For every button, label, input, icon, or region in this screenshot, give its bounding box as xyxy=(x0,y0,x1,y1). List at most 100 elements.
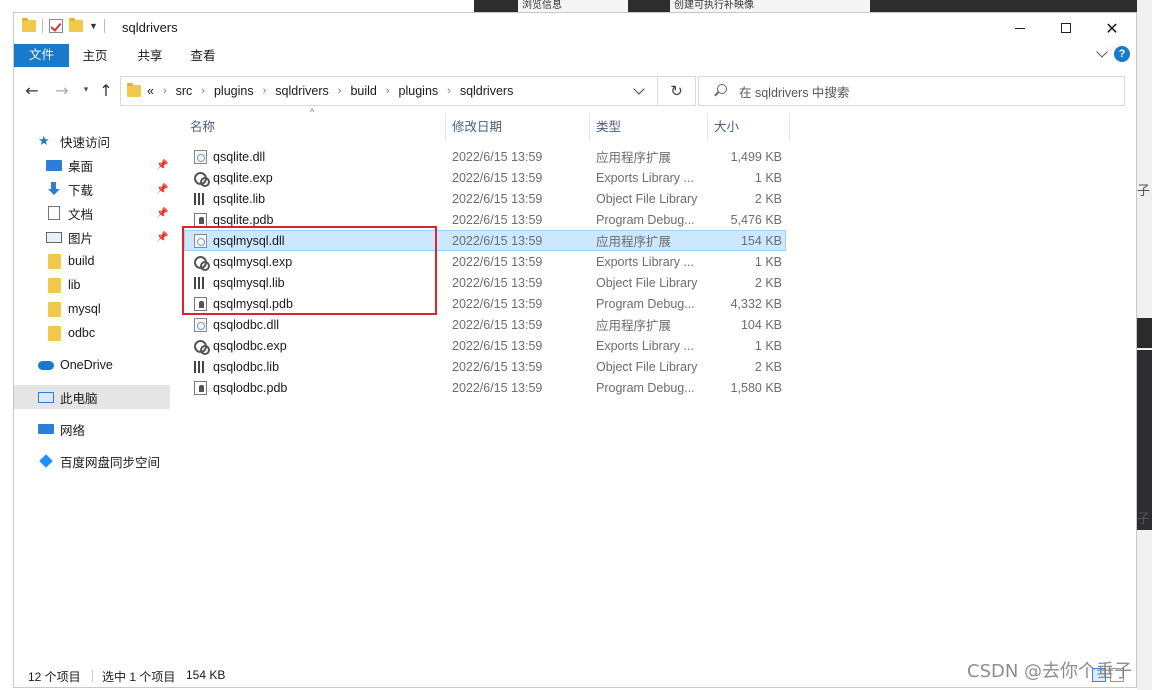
item-count: 12 个项目 xyxy=(28,670,81,684)
breadcrumb-item[interactable]: sqldrivers xyxy=(275,84,329,98)
background-tab: 浏览信息 xyxy=(518,0,628,12)
tab-file[interactable]: 文件 xyxy=(14,44,69,67)
cloud-icon xyxy=(38,360,54,370)
pictures-icon xyxy=(46,231,62,243)
chevron-right-icon: › xyxy=(162,85,167,97)
recent-locations-button[interactable]: ▾ xyxy=(76,85,96,95)
breadcrumb: « › src › plugins › sqldrivers › build ›… xyxy=(147,84,513,98)
sidebar-item-pictures[interactable]: 图片 📌 xyxy=(46,225,170,249)
file-size: 1,580 KB xyxy=(730,380,782,395)
sidebar-item-build[interactable]: build xyxy=(46,249,170,273)
expand-ribbon-icon[interactable] xyxy=(1096,46,1108,58)
breadcrumb-item[interactable]: build xyxy=(350,84,376,98)
file-type: Program Debug... xyxy=(596,296,695,311)
breadcrumb-item[interactable]: plugins xyxy=(399,84,439,98)
chevron-right-icon: › xyxy=(201,85,205,97)
customize-toolbar-icon[interactable]: ▼ xyxy=(89,21,98,31)
file-row[interactable]: qsqlodbc.dll 2022/6/15 13:59 应用程序扩展 104 … xyxy=(184,314,786,335)
address-bar[interactable]: « › src › plugins › sqldrivers › build ›… xyxy=(120,76,696,106)
file-size: 2 KB xyxy=(754,359,782,374)
file-type: Exports Library ... xyxy=(596,254,694,269)
file-size: 1 KB xyxy=(754,254,782,269)
help-icon[interactable]: ? xyxy=(1114,46,1130,62)
file-date: 2022/6/15 13:59 xyxy=(452,359,543,374)
file-name: qsqlodbc.pdb xyxy=(213,380,288,395)
column-header-size[interactable]: 大小 xyxy=(708,113,790,141)
sidebar-item-label: 下载 xyxy=(68,183,94,198)
sidebar-item-label: 百度网盘同步空间 xyxy=(60,455,161,470)
file-row[interactable]: qsqlite.lib 2022/6/15 13:59 Object File … xyxy=(184,188,786,209)
sidebar-item-label: OneDrive xyxy=(60,358,113,372)
divider xyxy=(42,19,43,33)
file-row[interactable]: qsqlite.dll 2022/6/15 13:59 应用程序扩展 1,499… xyxy=(184,146,786,167)
divider xyxy=(92,670,93,682)
file-name: qsqlodbc.dll xyxy=(213,317,280,332)
file-date: 2022/6/15 13:59 xyxy=(452,317,543,332)
background-window-strip: 浏览信息 创建可执行补映像 xyxy=(474,0,1152,12)
sidebar-item-label: 文档 xyxy=(68,207,94,222)
file-type: Program Debug... xyxy=(596,212,695,227)
sidebar-item-label: 桌面 xyxy=(68,159,94,174)
tab-share[interactable]: 共享 xyxy=(129,45,171,67)
file-row[interactable]: qsqlodbc.pdb 2022/6/15 13:59 Program Deb… xyxy=(184,377,786,398)
breadcrumb-item[interactable]: sqldrivers xyxy=(460,84,514,98)
navigation-bar: ← → ▾ ↑ « › src › plugins › sqldrivers ›… xyxy=(14,71,1136,109)
breadcrumb-item[interactable]: src xyxy=(176,84,193,98)
sidebar-item-documents[interactable]: 文档 📌 xyxy=(46,201,170,225)
close-button[interactable]: ✕ xyxy=(1089,13,1135,43)
breadcrumb-overflow[interactable]: « xyxy=(147,84,154,98)
back-button[interactable]: ← xyxy=(22,81,42,100)
pin-icon: 📌 xyxy=(156,159,169,171)
chevron-down-icon[interactable] xyxy=(633,83,645,95)
sidebar-item-quick-access[interactable]: ★ 快速访问 xyxy=(38,129,170,153)
sidebar-item-lib[interactable]: lib xyxy=(46,273,170,297)
properties-icon[interactable] xyxy=(49,19,63,33)
watermark: CSDN @去你个垂子 xyxy=(967,661,1133,682)
window-title: sqldrivers xyxy=(122,20,178,35)
file-row[interactable]: qsqlodbc.exp 2022/6/15 13:59 Exports Lib… xyxy=(184,335,786,356)
file-name: qsqlite.pdb xyxy=(213,212,274,227)
minimize-icon xyxy=(1015,27,1025,29)
sidebar-item-desktop[interactable]: 桌面 📌 xyxy=(46,153,170,177)
file-date: 2022/6/15 13:59 xyxy=(452,275,543,290)
column-header-type[interactable]: 类型 xyxy=(590,113,708,141)
file-size: 104 KB xyxy=(740,317,782,332)
file-row[interactable]: qsqlodbc.lib 2022/6/15 13:59 Object File… xyxy=(184,356,786,377)
minimize-button[interactable] xyxy=(997,13,1043,43)
background-tab: 创建可执行补映像 xyxy=(670,0,870,12)
file-size: 1 KB xyxy=(754,170,782,185)
tab-view[interactable]: 查看 xyxy=(182,45,224,67)
chevron-right-icon: › xyxy=(337,85,342,97)
desktop-icon xyxy=(46,159,62,171)
search-box[interactable]: 在 sqldrivers 中搜索 xyxy=(698,76,1125,106)
sidebar-item-odbc[interactable]: odbc xyxy=(46,321,170,345)
sidebar-item-baidu[interactable]: 百度网盘同步空间 xyxy=(38,449,170,473)
up-button[interactable]: ↑ xyxy=(96,81,116,100)
sidebar-item-downloads[interactable]: 下载 📌 xyxy=(46,177,170,201)
selection-count: 选中 1 个项目 xyxy=(102,670,176,684)
breadcrumb-item[interactable]: plugins xyxy=(214,84,254,98)
sidebar-item-this-pc[interactable]: 此电脑 xyxy=(14,385,170,409)
dll-file-icon xyxy=(194,149,207,164)
sidebar-item-mysql[interactable]: mysql xyxy=(46,297,170,321)
column-headers: ^ 名称 修改日期 类型 大小 xyxy=(184,107,794,141)
annotation-highlight-box xyxy=(182,226,437,315)
tab-home[interactable]: 主页 xyxy=(74,45,116,67)
sidebar-item-onedrive[interactable]: OneDrive xyxy=(38,353,170,377)
search-input[interactable]: 在 sqldrivers 中搜索 xyxy=(739,82,849,101)
file-type: Exports Library ... xyxy=(596,338,694,353)
refresh-icon: ↻ xyxy=(670,82,683,100)
divider xyxy=(103,19,105,33)
refresh-button[interactable]: ↻ xyxy=(657,77,695,105)
sidebar-item-network[interactable]: 网络 xyxy=(38,417,170,441)
column-header-date[interactable]: 修改日期 xyxy=(446,113,590,141)
file-size: 1,499 KB xyxy=(730,149,782,164)
sidebar-item-label: 快速访问 xyxy=(60,135,111,150)
background-panel xyxy=(1137,318,1152,348)
maximize-button[interactable] xyxy=(1043,13,1089,43)
new-folder-icon[interactable] xyxy=(69,18,83,32)
sidebar-item-label: 图片 xyxy=(68,231,94,246)
forward-button[interactable]: → xyxy=(52,81,72,100)
file-row[interactable]: qsqlite.exp 2022/6/15 13:59 Exports Libr… xyxy=(184,167,786,188)
column-header-name[interactable]: 名称 xyxy=(184,113,446,141)
